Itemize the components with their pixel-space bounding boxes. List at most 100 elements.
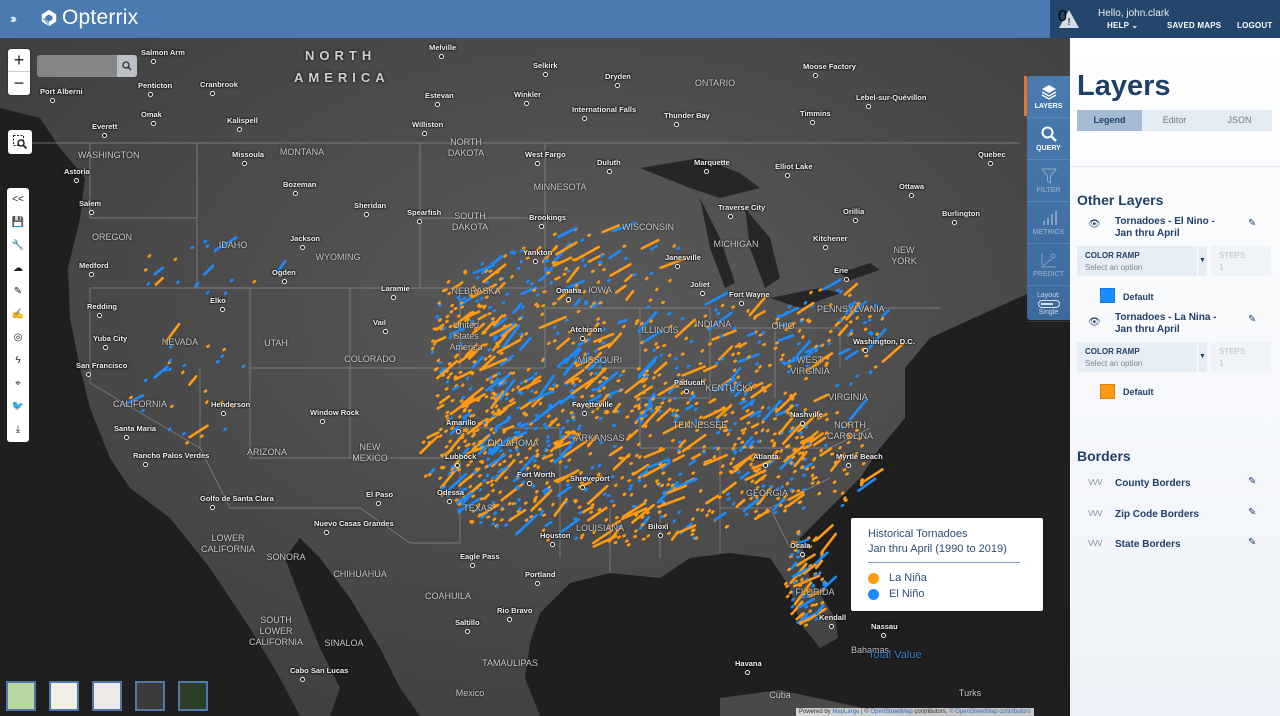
tornado-track (569, 410, 574, 415)
tornado-track (862, 320, 867, 325)
tab-predict[interactable]: PREDICT (1027, 244, 1070, 286)
tornado-track (777, 306, 800, 319)
visibility-eye-icon[interactable]: 👁 (1088, 317, 1101, 328)
edit-pencil-icon[interactable]: ✎ (1248, 537, 1256, 548)
edit-pencil-icon[interactable]: ✎ (1248, 507, 1256, 518)
save-icon[interactable]: 💾 (7, 211, 29, 234)
tornado-track (484, 464, 489, 469)
region-label: PENNSYLVANIA (817, 304, 885, 314)
tornado-track (804, 425, 809, 429)
city-dot (823, 245, 828, 250)
tab-query[interactable]: QUERY (1027, 118, 1070, 160)
color-swatch-blue[interactable] (1100, 288, 1115, 303)
steps-label: STEPS (1219, 347, 1246, 356)
map-search-button[interactable] (117, 55, 137, 77)
tornado-track (835, 383, 840, 388)
visibility-eye-icon[interactable]: 👁 (1088, 219, 1101, 230)
tornado-track (875, 332, 880, 336)
saved-maps-link[interactable]: SAVED MAPS (1167, 21, 1221, 30)
tornado-track (720, 303, 725, 308)
color-ramp-select[interactable]: COLOR RAMP Select an option ▼ (1077, 342, 1207, 372)
tornado-track (205, 400, 209, 405)
region-label: ONTARIO (694, 78, 736, 88)
tornado-track (842, 468, 847, 472)
tornado-track (470, 310, 475, 315)
hidden-eye-icon[interactable]: ᐯᐯᐯ (1088, 539, 1102, 548)
tab-filter[interactable]: FILTER (1027, 160, 1070, 202)
osm-contributors-link[interactable]: © OpenStreetMap contributors (949, 709, 1030, 715)
tornado-track (636, 403, 641, 408)
wrench-icon[interactable]: 🔧 (7, 234, 29, 257)
tornado-track (655, 479, 659, 483)
tornado-track (167, 427, 172, 432)
tornado-track (466, 442, 471, 447)
logout-link[interactable]: LOGOUT (1237, 21, 1272, 30)
tornado-track (702, 450, 707, 455)
locate-icon[interactable]: ⌖ (7, 372, 29, 395)
tornado-track (512, 251, 517, 256)
tornado-track (517, 317, 522, 321)
tornado-track (640, 522, 645, 527)
map-attribution: Powered by MapLarge | © OpenStreetMap co… (796, 708, 1034, 716)
map-search[interactable] (37, 55, 137, 77)
city-label: Nuevo Casas Grandes (314, 519, 394, 528)
basemap-plain[interactable] (92, 681, 122, 711)
basemap-streets[interactable] (6, 681, 36, 711)
download-icon[interactable]: ⤓ (7, 418, 29, 441)
twitter-icon[interactable]: 🐦 (7, 395, 29, 418)
zoom-in-button[interactable]: + (8, 49, 30, 72)
tab-editor[interactable]: Editor (1142, 110, 1207, 131)
tornado-track (652, 348, 657, 353)
globe-icon[interactable]: ◎ (7, 326, 29, 349)
cloud-upload-icon[interactable]: ☁ (7, 257, 29, 280)
hidden-eye-icon[interactable]: ᐯᐯᐯ (1088, 478, 1102, 487)
tornado-track (460, 383, 465, 388)
tornado-track (790, 462, 795, 466)
city-label: Rio Bravo (497, 606, 533, 615)
tornado-track (571, 415, 576, 419)
maplarge-link[interactable]: MapLarge (832, 709, 859, 715)
lightning-icon[interactable]: ϟ (7, 349, 29, 372)
basemap-light[interactable] (49, 681, 79, 711)
tornado-track (570, 413, 575, 417)
tornado-track (702, 364, 718, 373)
osm-link[interactable]: OpenStreetMap (870, 709, 912, 715)
basemap-dark[interactable] (135, 681, 165, 711)
tab-metrics[interactable]: METRICS (1027, 202, 1070, 244)
tornado-track (608, 395, 612, 399)
tornado-track (718, 345, 734, 361)
tornado-track (817, 571, 822, 576)
color-swatch-orange[interactable] (1100, 384, 1115, 399)
tab-legend[interactable]: Legend (1077, 110, 1142, 131)
tab-json[interactable]: JSON (1207, 110, 1272, 131)
tornado-track (548, 403, 552, 407)
map-search-input[interactable] (37, 55, 117, 77)
tornado-track (622, 244, 627, 248)
edit-pencil-icon[interactable]: ✎ (1248, 218, 1256, 229)
edit-icon[interactable]: ✍ (7, 303, 29, 326)
tornado-track (448, 439, 453, 444)
tornado-track (471, 442, 476, 446)
tornado-track (655, 345, 660, 350)
hidden-eye-icon[interactable]: ᐯᐯᐯ (1088, 509, 1102, 518)
tornado-track (719, 334, 724, 338)
draw-icon[interactable]: ✎ (7, 280, 29, 303)
edit-pencil-icon[interactable]: ✎ (1248, 314, 1256, 325)
tornado-track (484, 269, 489, 273)
area-search-button[interactable] (8, 130, 32, 154)
zoom-out-button[interactable]: − (8, 72, 30, 95)
expand-menu-icon[interactable]: ››› (10, 11, 17, 26)
collapse-icon[interactable]: << (7, 188, 29, 211)
color-ramp-select[interactable]: COLOR RAMP Select an option ▼ (1077, 246, 1207, 276)
tornado-track (822, 582, 827, 587)
edit-pencil-icon[interactable]: ✎ (1248, 476, 1256, 487)
steps-field[interactable]: STEPS 1 (1211, 246, 1271, 276)
basemap-satellite[interactable] (178, 681, 208, 711)
help-menu[interactable]: HELP ⌄ (1107, 21, 1138, 30)
tab-layers[interactable]: LAYERS (1027, 76, 1070, 118)
tornado-track (438, 360, 443, 365)
map-canvas[interactable]: NORTH AMERICA WASHINGTON MONTANA NORTH DAKOTA… (0, 38, 1070, 716)
tornado-track (444, 445, 449, 449)
layout-toggle[interactable]: Layout: Single (1027, 286, 1070, 322)
steps-field[interactable]: STEPS 1 (1211, 342, 1271, 372)
